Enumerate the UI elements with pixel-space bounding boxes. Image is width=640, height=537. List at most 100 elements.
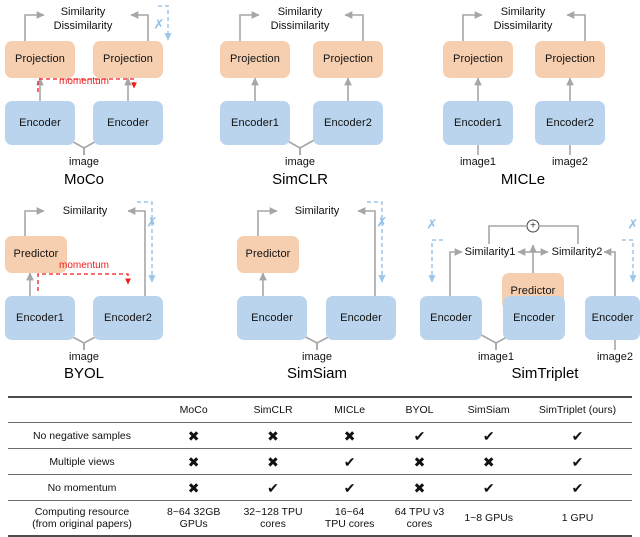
moco-encoder-right: Encoder bbox=[93, 101, 163, 145]
micle-projection-right: Projection bbox=[535, 41, 605, 78]
simclr-projection-right: Projection bbox=[313, 41, 383, 78]
computing-resource-line2: (from original papers) bbox=[32, 518, 132, 530]
cell-compute-moco-line2: GPUs bbox=[179, 518, 208, 530]
cell-no-momentum-micle: ✔ bbox=[314, 474, 385, 501]
byol-encoder-right: Encoder2 bbox=[93, 296, 163, 340]
cell-no-momentum-simtriplet: ✔ bbox=[523, 474, 632, 501]
simtriplet-input-image1-label: image1 bbox=[477, 351, 515, 363]
header-cell-byol: BYOL bbox=[384, 396, 455, 423]
micle-projection-left: Projection bbox=[443, 41, 513, 78]
moco-projection-left: Projection bbox=[5, 41, 75, 78]
byol-momentum-label: momentum bbox=[58, 260, 110, 271]
simtriplet-encoder-middle: Encoder bbox=[503, 296, 565, 340]
cell-no-momentum-moco: ✖ bbox=[156, 474, 232, 501]
cell-compute-moco-line1: 8~64 32GB bbox=[166, 506, 221, 518]
table-row-computing-resource: Computing resource (from original papers… bbox=[8, 500, 632, 537]
header-cell-micle: MICLe bbox=[314, 396, 385, 423]
simclr-encoder-right: Encoder2 bbox=[313, 101, 383, 145]
header-cell-simtriplet: SimTriplet (ours) bbox=[523, 396, 632, 423]
cell-no-negative-samples-micle: ✖ bbox=[314, 422, 385, 449]
moco-input-image-label: image bbox=[69, 156, 99, 168]
table-header-row: MoCo SimCLR MICLe BYOL SimSiam SimTriple… bbox=[8, 396, 632, 423]
cell-compute-moco: 8~64 32GB GPUs bbox=[156, 500, 232, 537]
cell-compute-simclr-line1: 32~128 TPU bbox=[243, 506, 303, 518]
micle-input-image1-label: image1 bbox=[459, 156, 497, 168]
cell-compute-micle-line2: TPU cores bbox=[324, 518, 375, 530]
moco-momentum-label: momentum bbox=[58, 76, 110, 87]
cell-multiple-views-simsiam: ✖ bbox=[454, 448, 524, 475]
simclr-dissimilarity-label: Dissimilarity bbox=[270, 20, 330, 32]
cell-compute-simtriplet: 1 GPU bbox=[523, 500, 632, 537]
cell-multiple-views-micle: ✔ bbox=[314, 448, 385, 475]
computing-resource-line1: Computing resource bbox=[34, 506, 130, 518]
comparison-table: MoCo SimCLR MICLe BYOL SimSiam SimTriple… bbox=[8, 396, 632, 537]
cell-compute-byol: 64 TPU v3 cores bbox=[384, 500, 455, 537]
micle-input-image2-label: image2 bbox=[551, 156, 589, 168]
micle-encoder-right: Encoder2 bbox=[535, 101, 605, 145]
header-cell-simclr: SimCLR bbox=[231, 396, 315, 423]
simclr-encoder-left: Encoder1 bbox=[220, 101, 290, 145]
moco-similarity-label: Similarity bbox=[60, 6, 106, 18]
simtriplet-similarity2-label: Similarity2 bbox=[551, 246, 603, 258]
header-cell-blank bbox=[8, 396, 156, 423]
simsiam-similarity-label: Similarity bbox=[294, 205, 340, 217]
moco-encoder-left: Encoder bbox=[5, 101, 75, 145]
byol-stop-gradient-icon: ✗ bbox=[146, 214, 158, 230]
simsiam-input-image-label: image bbox=[302, 351, 332, 363]
cell-no-negative-samples-simtriplet: ✔ bbox=[523, 422, 632, 449]
cell-no-negative-samples-simsiam: ✔ bbox=[454, 422, 524, 449]
header-cell-simsiam: SimSiam bbox=[454, 396, 524, 423]
sum-plus-icon: + bbox=[526, 219, 540, 233]
simtriplet-encoder-left: Encoder bbox=[420, 296, 482, 340]
simsiam-title: SimSiam bbox=[286, 365, 348, 382]
header-cell-moco: MoCo bbox=[156, 396, 232, 423]
simtriplet-title: SimTriplet bbox=[511, 365, 579, 382]
moco-projection-right: Projection bbox=[93, 41, 163, 78]
row-label-no-negative-samples: No negative samples bbox=[8, 422, 156, 449]
byol-predictor: Predictor bbox=[5, 236, 67, 273]
row-label-multiple-views: Multiple views bbox=[8, 448, 156, 475]
cell-compute-byol-line1: 64 TPU v3 bbox=[394, 506, 445, 518]
micle-title: MICLe bbox=[500, 171, 546, 188]
moco-dissimilarity-label: Dissimilarity bbox=[53, 20, 113, 32]
micle-dissimilarity-label: Dissimilarity bbox=[493, 20, 553, 32]
byol-encoder-left: Encoder1 bbox=[5, 296, 75, 340]
cell-no-momentum-simclr: ✔ bbox=[231, 474, 315, 501]
moco-stop-gradient-icon: ✗ bbox=[153, 16, 165, 32]
simtriplet-stop-gradient-right-icon: ✗ bbox=[627, 216, 639, 232]
cell-multiple-views-byol: ✖ bbox=[384, 448, 455, 475]
row-label-no-momentum: No momentum bbox=[8, 474, 156, 501]
micle-encoder-left: Encoder1 bbox=[443, 101, 513, 145]
cell-no-negative-samples-simclr: ✖ bbox=[231, 422, 315, 449]
cell-multiple-views-moco: ✖ bbox=[156, 448, 232, 475]
cell-multiple-views-simtriplet: ✔ bbox=[523, 448, 632, 475]
moco-title: MoCo bbox=[63, 171, 105, 188]
cell-no-momentum-byol: ✖ bbox=[384, 474, 455, 501]
cell-compute-micle-line1: 16~64 bbox=[334, 506, 365, 518]
cell-compute-micle: 16~64 TPU cores bbox=[314, 500, 385, 537]
cell-compute-simclr: 32~128 TPU cores bbox=[231, 500, 315, 537]
simsiam-encoder-right: Encoder bbox=[326, 296, 396, 340]
simtriplet-similarity1-label: Similarity1 bbox=[464, 246, 516, 258]
row-label-computing-resource: Computing resource (from original papers… bbox=[8, 500, 156, 537]
table-row: No momentum ✖ ✔ ✔ ✖ ✔ ✔ bbox=[8, 474, 632, 501]
simsiam-encoder-left: Encoder bbox=[237, 296, 307, 340]
simtriplet-input-image2-label: image2 bbox=[596, 351, 634, 363]
micle-similarity-label: Similarity bbox=[500, 6, 546, 18]
cell-compute-simclr-line2: cores bbox=[260, 518, 286, 530]
simtriplet-stop-gradient-left-icon: ✗ bbox=[426, 216, 438, 232]
cell-compute-simsiam-line1: 1~8 GPUs bbox=[464, 512, 514, 524]
simclr-projection-left: Projection bbox=[220, 41, 290, 78]
simsiam-predictor: Predictor bbox=[237, 236, 299, 273]
cell-multiple-views-simclr: ✖ bbox=[231, 448, 315, 475]
byol-input-image-label: image bbox=[69, 351, 99, 363]
table-row: No negative samples ✖ ✖ ✖ ✔ ✔ ✔ bbox=[8, 422, 632, 449]
cell-no-momentum-simsiam: ✔ bbox=[454, 474, 524, 501]
simclr-title: SimCLR bbox=[272, 171, 328, 188]
cell-compute-simsiam: 1~8 GPUs bbox=[454, 500, 524, 537]
cell-no-negative-samples-moco: ✖ bbox=[156, 422, 232, 449]
table-row: Multiple views ✖ ✖ ✔ ✖ ✖ ✔ bbox=[8, 448, 632, 475]
simclr-input-image-label: image bbox=[285, 156, 315, 168]
cell-compute-simtriplet-line1: 1 GPU bbox=[561, 512, 594, 524]
simclr-similarity-label: Similarity bbox=[277, 6, 323, 18]
